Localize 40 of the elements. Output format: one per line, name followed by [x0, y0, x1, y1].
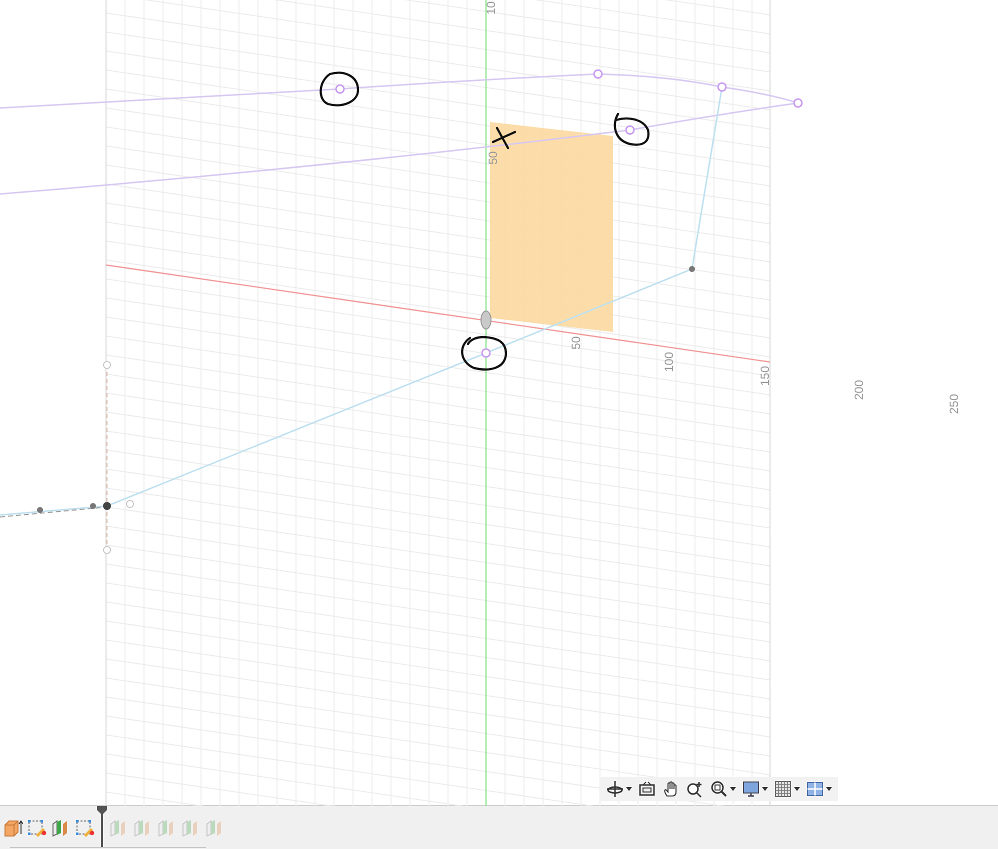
origin-point-icon [480, 310, 492, 330]
spline-point-icon[interactable] [335, 84, 345, 94]
grid-tool-button[interactable] [772, 779, 802, 799]
viewport-canvas[interactable]: 10 50 50 100 150 200 250 [0, 0, 998, 806]
axis-tick-label: 100 [662, 352, 676, 372]
caret-icon [762, 787, 768, 791]
search-icon [710, 780, 728, 798]
sketch-point-icon[interactable] [37, 507, 43, 513]
caret-icon [730, 787, 736, 791]
axis-tick-label: 50 [569, 336, 584, 350]
spline-point-icon[interactable] [625, 125, 635, 135]
axis-tick-label: 200 [852, 380, 866, 400]
caret-icon [826, 787, 832, 791]
axis-tick-label: 10 [484, 1, 498, 15]
sketch-feature-icon[interactable] [75, 819, 95, 837]
spline-point-icon[interactable] [717, 82, 727, 92]
caret-icon [626, 787, 632, 791]
viewports-tool-button[interactable] [804, 779, 834, 799]
spline-point-icon[interactable] [481, 348, 491, 358]
orbit-tool-button[interactable] [604, 779, 634, 799]
sketch-point-icon[interactable] [689, 266, 695, 272]
screen-icon [638, 780, 656, 798]
sketch-feature-icon[interactable] [27, 819, 47, 837]
hand-drawn-x-mark [492, 126, 516, 150]
sketch-point-icon[interactable] [90, 503, 96, 509]
split-view-icon [806, 780, 824, 798]
axis-tick-label: 250 [947, 394, 962, 414]
timeline-marker-icon[interactable] [96, 806, 108, 847]
orbit-icon [606, 780, 624, 798]
zoom-in-icon [686, 780, 704, 798]
display-tool-button[interactable] [740, 779, 770, 799]
spline-point-icon[interactable] [593, 69, 603, 79]
extrude-feature-icon[interactable] [3, 819, 23, 837]
caret-icon [794, 787, 800, 791]
monitor-icon [742, 780, 760, 798]
axis-tick-label: 150 [758, 366, 772, 386]
spline-point-icon[interactable] [793, 98, 803, 108]
grid-icon [774, 780, 792, 798]
sketch-point-icon[interactable] [103, 502, 111, 510]
axis-tick-label: 50 [486, 151, 500, 165]
